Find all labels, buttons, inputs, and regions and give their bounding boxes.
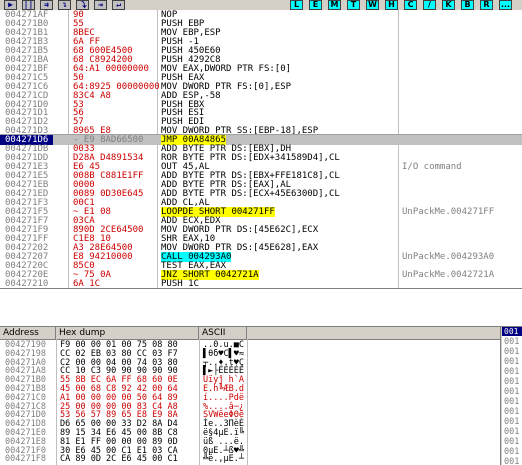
dump-header: Address Hex dump ASCII: [0, 327, 500, 340]
window-button-2[interactable]: M: [328, 0, 341, 10]
window-button-8[interactable]: K: [442, 0, 455, 10]
window-button-5[interactable]: H: [385, 0, 398, 10]
window-button-4[interactable]: W: [366, 0, 379, 10]
address-column-header[interactable]: Address: [0, 327, 56, 339]
pause-button[interactable]: ||: [22, 0, 35, 10]
stack-row[interactable]: 001: [504, 337, 519, 347]
toolbar: ▶ || ⇉ ↴ ⤵ ⇥ ↵ L E M T W H C / K B R...: [0, 0, 522, 10]
stack-row[interactable]: 001: [504, 397, 519, 407]
stack-row[interactable]: 001: [504, 457, 519, 465]
ascii-column-header[interactable]: ASCII: [199, 327, 247, 339]
stack-row[interactable]: 001: [504, 417, 519, 427]
disassembly-pane[interactable]: 004271AF 90 NOP 004271B0 55 PUSH EBP 004271B1 8…: [0, 10, 522, 289]
dump-address: 004271F8: [5, 454, 46, 465]
window-button-10[interactable]: R: [480, 0, 493, 10]
pane-splitter[interactable]: [500, 327, 501, 465]
hex-dump-column-header[interactable]: Hex dump: [56, 327, 199, 339]
run-button[interactable]: ▶: [4, 0, 17, 10]
disasm-row[interactable]: 00427210 6A 1C PUSH 1C: [0, 279, 522, 289]
info-pane: [0, 289, 522, 327]
stack-row[interactable]: 001: [504, 437, 519, 447]
window-button-9[interactable]: B: [461, 0, 474, 10]
trace-button[interactable]: ⤵: [76, 0, 89, 10]
window-button-3[interactable]: T: [347, 0, 360, 10]
stack-pane[interactable]: 001 001 001 001 001 001 001 001 001 001 001 001 001…: [502, 327, 522, 465]
go-to-origin-button[interactable]: ↵: [112, 0, 125, 10]
execute-till-return-button[interactable]: ⇥: [94, 0, 107, 10]
stack-row[interactable]: 001: [504, 367, 519, 377]
disasm-opcode: 6A 1C: [73, 278, 101, 289]
stack-row[interactable]: 001: [504, 387, 519, 397]
window-button-11[interactable]: ...: [499, 0, 512, 10]
row-separator: [0, 134, 522, 136]
stack-selected-row[interactable]: 001: [502, 327, 522, 336]
hex-dump-pane[interactable]: Address Hex dump ASCII 00427190 F9 00 00 …: [0, 327, 500, 465]
window-button-7[interactable]: /: [423, 0, 436, 10]
stack-row[interactable]: 001: [504, 357, 519, 367]
stack-row[interactable]: 001: [504, 347, 519, 357]
dump-ascii: ╩ë.,µE.┴: [203, 454, 244, 465]
window-button-0[interactable]: L: [290, 0, 303, 10]
stack-row[interactable]: 001: [504, 377, 519, 387]
stack-row[interactable]: 001: [504, 427, 519, 437]
window-button-6[interactable]: C: [404, 0, 417, 10]
disasm-address: 00427210: [5, 278, 49, 289]
dump-hex-bytes: CA 89 0D 2C E6 45 00 C1: [60, 454, 178, 465]
dump-row[interactable]: 004271F8 CA 89 0D 2C E6 45 00 C1 ╩ë.,µE.┴: [0, 455, 500, 464]
stack-row[interactable]: 001: [504, 407, 519, 417]
window-button-1[interactable]: E: [309, 0, 322, 10]
step-into-button[interactable]: ⇉: [40, 0, 53, 10]
stack-row[interactable]: 001: [504, 447, 519, 457]
disasm-instruction: PUSH 1C: [161, 278, 199, 289]
step-over-button[interactable]: ↴: [58, 0, 71, 10]
